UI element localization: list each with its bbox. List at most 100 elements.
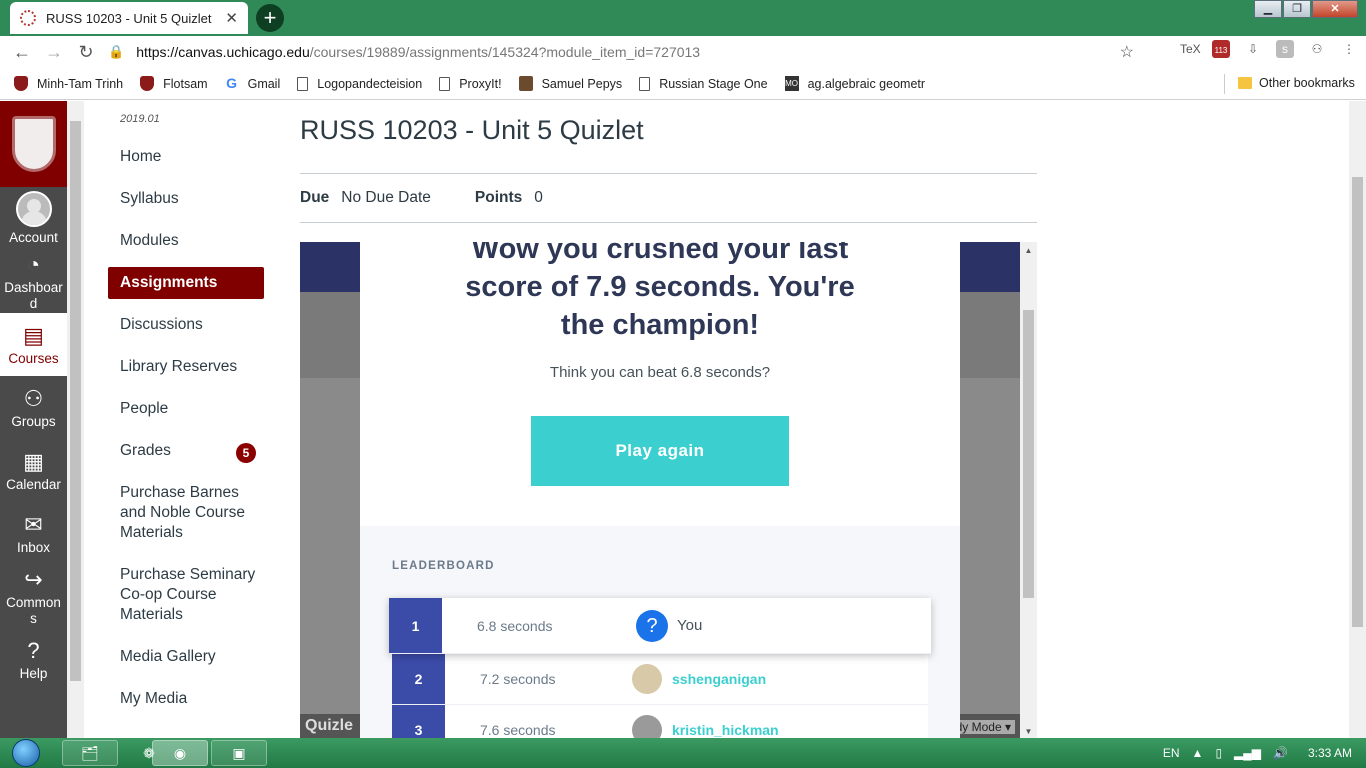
minimize-button[interactable]: ▁ [1254, 0, 1282, 18]
course-nav-purchase-barnes-noble[interactable]: Purchase Barnes and Noble Course Materia… [108, 477, 268, 549]
forward-arrow-icon[interactable]: → [38, 42, 70, 63]
maximize-button[interactable]: ❐ [1283, 0, 1311, 18]
extension-cast-icon[interactable]: ⚇ [1308, 40, 1326, 58]
assignment-content: RUSS 10203 - Unit 5 Quizlet Due No Due D… [300, 101, 1037, 223]
inbox-icon: ✉ [24, 511, 43, 537]
reload-icon[interactable]: ↻ [70, 42, 102, 63]
new-tab-button[interactable]: + [256, 4, 284, 32]
global-nav-scrollbar[interactable] [67, 101, 84, 738]
bookmark-russian-stage-one[interactable]: Russian Stage One [639, 76, 768, 91]
leaderboard-rank: 3 [392, 705, 445, 738]
leaderboard-user[interactable]: kristin_hickman [632, 705, 779, 738]
unknown-user-icon: ? [636, 609, 668, 642]
mathoverflow-icon: MO [784, 76, 799, 91]
other-bookmarks[interactable]: Other bookmarks [1238, 76, 1355, 90]
language-indicator[interactable]: EN [1163, 746, 1180, 760]
google-icon: G [226, 75, 238, 91]
bookmark-ag-algebraic-geometry[interactable]: MO ag.algebraic geometr [784, 76, 925, 91]
bookmark-minh-tam-trinh[interactable]: Minh-Tam Trinh [14, 76, 123, 91]
bookmark-gmail[interactable]: G Gmail [225, 75, 280, 91]
scrollbar-thumb[interactable] [70, 121, 81, 681]
leaderboard-row: 3 7.6 seconds kristin_hickman [392, 705, 928, 738]
url-text: https://canvas.uchicago.edu/courses/1988… [136, 44, 701, 60]
study-mode-select[interactable]: dy Mode ▾ [951, 720, 1015, 734]
signal-icon[interactable]: ▂▄▆ [1234, 746, 1261, 760]
taskbar-explorer[interactable]: 🗂 [62, 740, 118, 766]
page-scrollbar[interactable] [1349, 101, 1366, 738]
course-nav-library-reserves[interactable]: Library Reserves [108, 351, 268, 383]
close-tab-icon[interactable]: ✕ [225, 9, 238, 27]
page-icon [297, 76, 309, 91]
close-window-button[interactable]: ✕ [1312, 0, 1358, 18]
tab-title: RUSS 10203 - Unit 5 Quizlet [46, 10, 212, 26]
global-nav-groups[interactable]: ⚇ Groups [0, 376, 67, 439]
page-icon [439, 76, 451, 91]
global-nav-courses[interactable]: ▤ Courses [0, 313, 67, 376]
course-nav-home[interactable]: Home [108, 141, 268, 173]
bookmark-samuel-pepys[interactable]: Samuel Pepys [518, 76, 622, 91]
extension-tex-icon[interactable]: TeX [1180, 40, 1201, 58]
page-title: RUSS 10203 - Unit 5 Quizlet [300, 115, 644, 145]
course-nav-media-gallery[interactable]: Media Gallery [108, 641, 268, 673]
course-nav-grades[interactable]: Grades 5 [108, 435, 268, 467]
leaderboard-rank: 1 [389, 598, 442, 653]
university-logo[interactable] [0, 101, 67, 187]
extension-ublock-icon[interactable]: 113 [1212, 40, 1230, 58]
calendar-icon: ▦ [23, 448, 44, 474]
global-nav-account[interactable]: Account [0, 187, 67, 250]
results-subtext: Think you can beat 6.8 seconds? [549, 364, 771, 381]
bookmarks-bar: Minh-Tam Trinh Flotsam G Gmail Logopandec… [0, 68, 1366, 100]
results-header: Wow you crushed your last score of 7.9 s… [360, 242, 960, 514]
bookmarks-divider [1224, 74, 1225, 94]
results-message: Wow you crushed your last score of 7.9 s… [465, 242, 855, 341]
user-avatar [632, 664, 662, 694]
leaderboard-user[interactable]: sshenganigan [632, 654, 766, 704]
scroll-up-icon[interactable]: ▲ [1020, 246, 1037, 255]
scroll-down-icon[interactable]: ▼ [1020, 727, 1037, 736]
course-nav-my-media[interactable]: My Media [108, 683, 268, 715]
bookmark-flotsam[interactable]: Flotsam [140, 76, 208, 91]
course-nav-modules[interactable]: Modules [108, 225, 268, 257]
start-button[interactable] [4, 738, 48, 768]
groups-icon: ⚇ [23, 385, 44, 411]
course-nav-syllabus[interactable]: Syllabus [108, 183, 268, 215]
global-nav-commons[interactable]: ↪ Common s [0, 565, 67, 628]
taskbar-chrome[interactable]: ◉ [152, 740, 208, 766]
embed-scrollbar[interactable]: ▲ ▼ [1020, 242, 1037, 738]
course-nav-purchase-seminary-coop[interactable]: Purchase Seminary Co-op Course Materials [108, 559, 268, 631]
loading-favicon-icon [20, 10, 36, 26]
clock[interactable]: 3:33 AM [1308, 746, 1352, 760]
due-value: No Due Date [341, 189, 431, 206]
bookmark-proxyit[interactable]: ProxyIt! [439, 76, 502, 91]
leaderboard: LEADERBOARD 1 6.8 seconds ? You 2 7.2 se… [360, 526, 960, 738]
extension-s-icon[interactable]: s [1276, 40, 1294, 58]
global-nav-dashboard[interactable]: ◔ Dashboar d [0, 250, 67, 313]
bookmark-logopandecteision[interactable]: Logopandecteision [297, 76, 422, 91]
bookmark-star-icon[interactable]: ☆ [1120, 42, 1134, 62]
course-nav-discussions[interactable]: Discussions [108, 309, 268, 341]
course-nav-people[interactable]: People [108, 393, 268, 425]
course-nav-assignments[interactable]: Assignments [108, 267, 264, 299]
help-icon: ? [27, 637, 40, 663]
global-nav-inbox[interactable]: ✉ Inbox [0, 502, 67, 565]
volume-icon[interactable]: 🔊 [1273, 746, 1288, 760]
leaderboard-user: ? You [636, 598, 702, 653]
tray-expand-icon[interactable]: ▲ [1192, 746, 1204, 760]
play-again-button[interactable]: Play again [531, 416, 789, 486]
taskbar-pdf-reader[interactable]: ▣ [211, 740, 267, 766]
battery-icon[interactable]: ▯ [1215, 746, 1222, 760]
pdf-icon: ▣ [232, 744, 246, 761]
scrollbar-thumb[interactable] [1023, 310, 1034, 598]
chrome-menu-icon[interactable]: ⋮ [1340, 40, 1358, 58]
extension-download-icon[interactable]: ⇩ [1244, 40, 1262, 58]
scrollbar-thumb[interactable] [1352, 177, 1363, 627]
browser-tab[interactable]: RUSS 10203 - Unit 5 Quizlet ✕ [10, 2, 248, 34]
leaderboard-username[interactable]: kristin_hickman [672, 722, 779, 738]
browser-titlebar: RUSS 10203 - Unit 5 Quizlet ✕ + ▁ ❐ ✕ [0, 0, 1366, 36]
course-navigation: 2019.01 Home Syllabus Modules Assignment… [108, 101, 268, 725]
global-nav-help[interactable]: ? Help [0, 628, 67, 691]
address-bar[interactable]: 🔒 https://canvas.uchicago.edu/courses/19… [108, 39, 1148, 65]
global-nav-calendar[interactable]: ▦ Calendar [0, 439, 67, 502]
back-arrow-icon[interactable]: ← [6, 42, 38, 63]
leaderboard-username[interactable]: sshenganigan [672, 671, 766, 687]
